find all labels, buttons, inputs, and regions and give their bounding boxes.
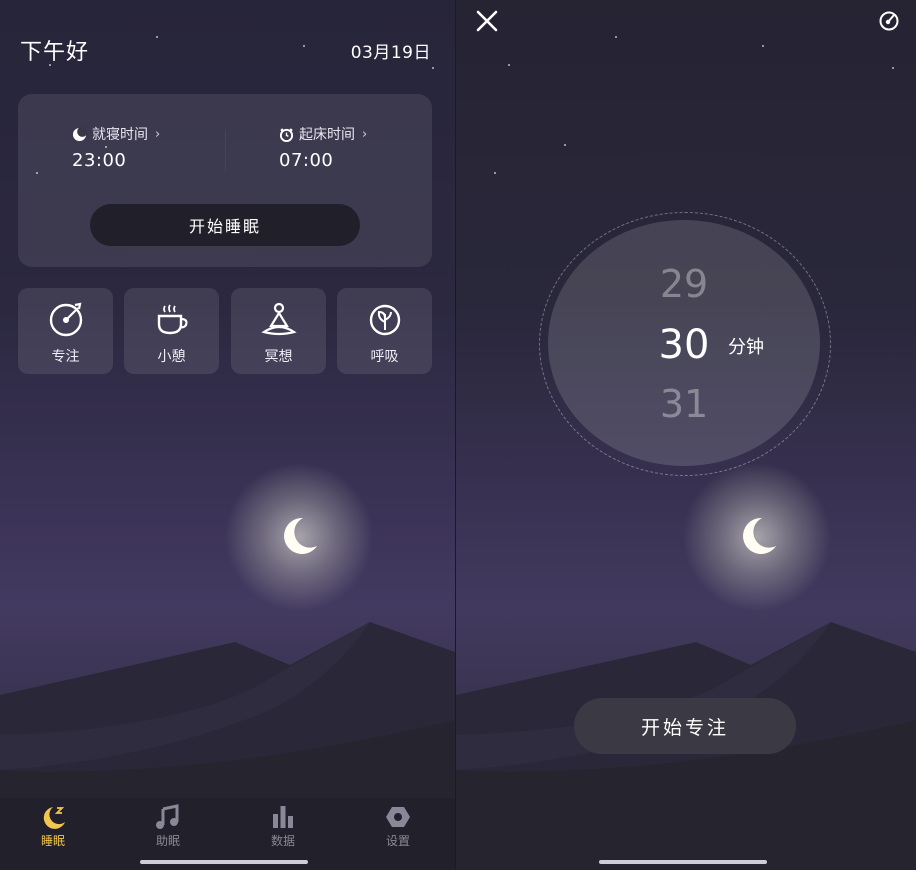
tab-settings[interactable]: 设置 [368, 804, 428, 854]
greeting-text: 下午好 [20, 40, 90, 65]
moon-icon [743, 517, 776, 554]
star [432, 67, 434, 69]
divider [225, 130, 226, 170]
star [564, 144, 566, 146]
sleep-moon-icon [43, 807, 65, 829]
star [762, 45, 764, 47]
focus-target-icon [49, 302, 83, 337]
star [508, 64, 510, 66]
picker-current-value[interactable]: 30 [624, 322, 744, 368]
star [303, 45, 305, 47]
tile-nap[interactable]: 小憩 [124, 288, 219, 374]
alarm-clock-icon [279, 127, 294, 142]
chevron-right-icon: › [362, 126, 368, 142]
start-focus-button[interactable]: 开始专注 [574, 698, 796, 754]
bar-chart-icon [273, 806, 293, 828]
bedtime-value: 23:00 [72, 150, 127, 171]
meditation-icon [261, 302, 297, 336]
settings-hex-icon [386, 807, 410, 827]
coffee-cup-icon [157, 304, 188, 335]
tab-sleep-label: 睡眠 [40, 834, 65, 848]
star [892, 67, 894, 69]
chevron-right-icon: › [155, 126, 161, 142]
start-sleep-button[interactable]: 开始睡眠 [90, 204, 360, 246]
star [156, 36, 158, 38]
picker-next-value[interactable]: 31 [624, 382, 744, 426]
tab-settings-label: 设置 [385, 834, 410, 848]
tile-focus-label: 专注 [51, 349, 80, 365]
tile-meditation[interactable]: 冥想 [231, 288, 326, 374]
bedtime-label: 就寝时间 [92, 127, 148, 143]
moon-icon [72, 126, 87, 141]
tab-sleep-aid-label: 助眠 [155, 834, 180, 848]
bedtime-setting[interactable]: 就寝时间 › 23:00 [72, 124, 160, 171]
tile-meditation-label: 冥想 [264, 349, 293, 365]
date-text: 03月19日 [350, 43, 431, 63]
home-indicator[interactable] [140, 860, 308, 864]
timer-icon[interactable] [878, 10, 900, 32]
activity-tiles: 专注 小憩 冥想 呼吸 [18, 288, 432, 374]
close-icon[interactable] [474, 8, 500, 34]
tile-breathing-label: 呼吸 [370, 349, 399, 365]
picker-unit-label: 分钟 [728, 337, 764, 358]
sleep-schedule-card: 就寝时间 › 23:00 起床时间 › 07:00 开始睡眠 [18, 94, 432, 267]
tab-data[interactable]: 数据 [253, 804, 313, 854]
leaf-icon [369, 304, 401, 336]
waketime-setting[interactable]: 起床时间 › 07:00 [279, 124, 368, 172]
focus-timer-screen: 29 30 31 分钟 开始专注 [456, 0, 916, 870]
tile-focus[interactable]: 专注 [18, 288, 113, 374]
star [494, 172, 496, 174]
tile-nap-label: 小憩 [157, 349, 186, 365]
moon-icon [284, 517, 317, 554]
sleep-home-screen: 下午好 03月19日 就寝时间 › 23:00 起床时间 › 07:00 开始睡… [0, 0, 455, 870]
picker-prev-value[interactable]: 29 [624, 262, 744, 306]
home-indicator[interactable] [599, 860, 767, 864]
bottom-tab-bar: 睡眠 助眠 数据 设置 [0, 798, 455, 870]
star [615, 36, 617, 38]
tab-sleep[interactable]: 睡眠 [23, 804, 83, 854]
tile-breathing[interactable]: 呼吸 [337, 288, 432, 374]
waketime-value: 07:00 [279, 150, 334, 171]
tab-data-label: 数据 [270, 834, 295, 848]
tab-sleep-aid[interactable]: 助眠 [138, 804, 198, 854]
music-note-icon [156, 804, 179, 829]
waketime-label: 起床时间 [299, 127, 355, 143]
